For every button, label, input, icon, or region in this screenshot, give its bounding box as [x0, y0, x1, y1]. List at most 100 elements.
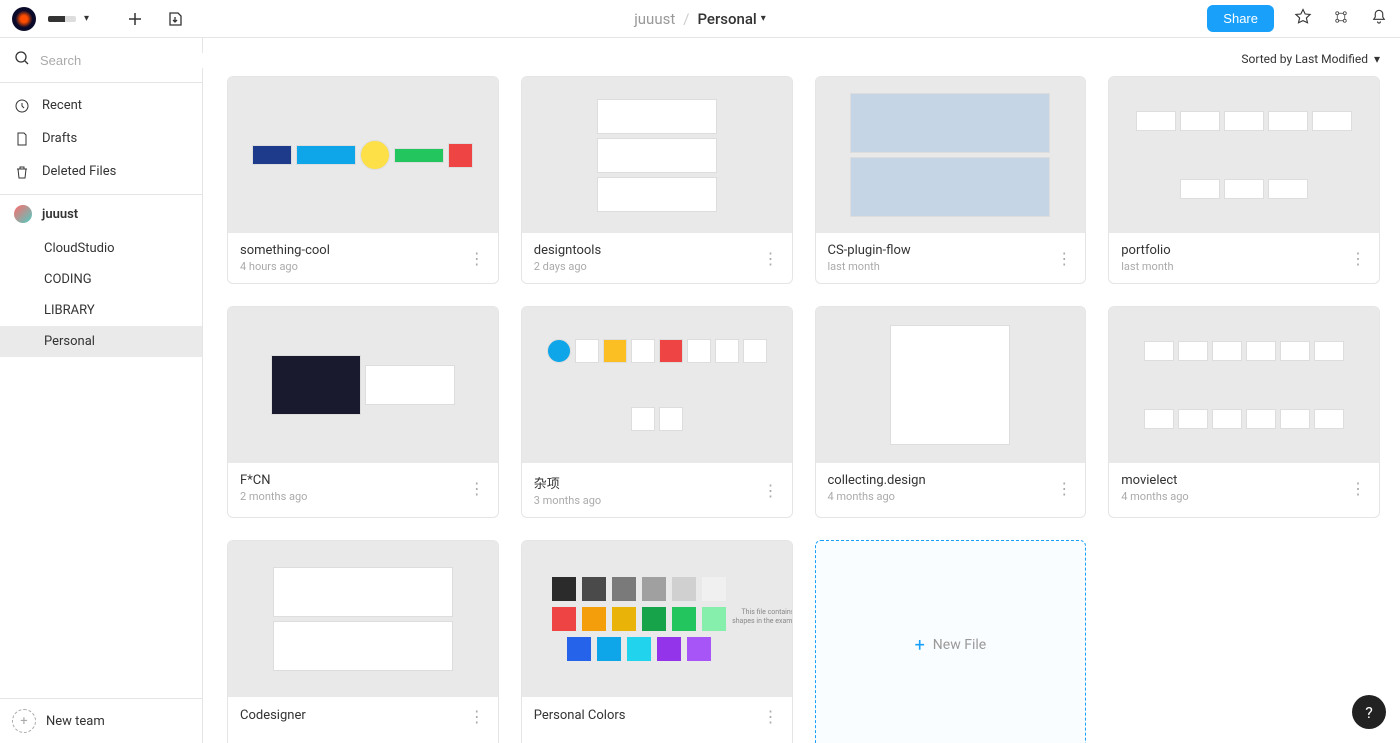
file-title: Codesigner	[240, 708, 306, 723]
sidebar: Recent Drafts Deleted Files juuust	[0, 38, 203, 743]
header-actions	[127, 11, 183, 27]
file-time: 2 days ago	[534, 260, 601, 273]
new-file-tile[interactable]: + New File	[815, 540, 1087, 743]
file-thumbnail	[1109, 307, 1379, 463]
nav-drafts-label: Drafts	[42, 131, 77, 146]
team-projects: CloudStudio CODING LIBRARY Personal	[0, 233, 202, 357]
file-title: movielect	[1121, 473, 1188, 488]
loading-indicator	[48, 16, 76, 22]
sort-label: Sorted by Last Modified	[1241, 52, 1368, 66]
file-card[interactable]: something-cool 4 hours ago ⋮	[227, 76, 499, 284]
plus-icon: +	[915, 635, 925, 656]
sort-row[interactable]: Sorted by Last Modified ▾	[227, 52, 1380, 66]
breadcrumb-user[interactable]: juuust	[634, 10, 675, 28]
file-grid: something-cool 4 hours ago ⋮ designtools…	[227, 76, 1380, 743]
search-row	[0, 38, 202, 83]
nav-deleted[interactable]: Deleted Files	[0, 155, 202, 188]
file-card[interactable]: This file contains your Color Styles. Th…	[521, 540, 793, 743]
more-options-icon[interactable]: ⋮	[763, 481, 780, 500]
share-button[interactable]: Share	[1207, 5, 1274, 32]
header-left: ▾	[12, 7, 183, 31]
file-title: something-cool	[240, 243, 330, 258]
file-card[interactable]: portfolio last month ⋮	[1108, 76, 1380, 284]
project-library[interactable]: LIBRARY	[44, 295, 202, 326]
nav-deleted-label: Deleted Files	[42, 164, 116, 179]
chevron-down-icon[interactable]: ▾	[84, 13, 89, 24]
file-time: 4 months ago	[1121, 490, 1188, 503]
file-card[interactable]: F*CN 2 months ago ⋮	[227, 306, 499, 518]
file-title: Personal Colors	[534, 708, 626, 723]
new-team-label: New team	[46, 714, 105, 729]
file-title: 杂项	[534, 473, 601, 492]
chevron-down-icon: ▾	[1374, 52, 1380, 66]
more-options-icon[interactable]: ⋮	[1056, 479, 1073, 498]
team-header[interactable]: juuust	[0, 195, 202, 233]
more-options-icon[interactable]: ⋮	[1056, 249, 1073, 268]
file-thumbnail	[522, 77, 792, 233]
file-time: 2 months ago	[240, 490, 307, 503]
file-thumbnail	[816, 307, 1086, 463]
nav-recent-label: Recent	[42, 98, 82, 113]
header-right: Share	[1207, 5, 1388, 32]
project-personal[interactable]: Personal	[0, 326, 202, 357]
file-card[interactable]: CS-plugin-flow last month ⋮	[815, 76, 1087, 284]
team-section: juuust CloudStudio CODING LIBRARY Person…	[0, 195, 202, 357]
file-title: collecting.design	[828, 473, 926, 488]
new-file-icon[interactable]	[127, 11, 143, 27]
app-logo[interactable]	[12, 7, 36, 31]
more-options-icon[interactable]: ⋮	[763, 249, 780, 268]
file-card[interactable]: designtools 2 days ago ⋮	[521, 76, 793, 284]
help-label: ?	[1365, 703, 1373, 722]
file-time: 4 hours ago	[240, 260, 330, 273]
sidebar-footer[interactable]: + New team	[0, 698, 202, 743]
nav-section: Recent Drafts Deleted Files	[0, 83, 202, 195]
file-thumbnail	[522, 307, 792, 463]
more-options-icon[interactable]: ⋮	[469, 249, 486, 268]
nav-recent[interactable]: Recent	[0, 89, 202, 122]
breadcrumb-folder[interactable]: Personal ▾	[697, 10, 765, 28]
clock-icon	[14, 99, 30, 113]
team-name-label: juuust	[42, 207, 78, 222]
project-coding[interactable]: CODING	[44, 264, 202, 295]
breadcrumb-folder-label: Personal	[697, 10, 756, 28]
file-thumbnail	[228, 307, 498, 463]
help-button[interactable]: ?	[1352, 695, 1386, 729]
more-options-icon[interactable]: ⋮	[469, 479, 486, 498]
search-input[interactable]	[40, 53, 216, 68]
import-icon[interactable]	[167, 11, 183, 27]
nav-drafts[interactable]: Drafts	[0, 122, 202, 155]
new-team-icon: +	[12, 709, 36, 733]
file-card[interactable]: movielect 4 months ago ⋮	[1108, 306, 1380, 518]
file-thumbnail	[1109, 77, 1379, 233]
file-title: CS-plugin-flow	[828, 243, 911, 258]
new-file-label: New File	[933, 637, 986, 653]
team-avatar	[14, 205, 32, 223]
chevron-down-icon: ▾	[761, 13, 766, 24]
breadcrumb: juuust / Personal ▾	[634, 10, 766, 28]
more-options-icon[interactable]: ⋮	[1350, 479, 1367, 498]
trash-icon	[14, 165, 30, 179]
file-thumbnail	[228, 77, 498, 233]
file-thumbnail	[228, 541, 498, 697]
more-options-icon[interactable]: ⋮	[763, 707, 780, 726]
search-icon	[14, 50, 30, 70]
file-title: designtools	[534, 243, 601, 258]
more-options-icon[interactable]: ⋮	[469, 707, 486, 726]
plugin-icon[interactable]	[1332, 8, 1350, 30]
color-caption: This file contains your Color Styles. Th…	[732, 608, 792, 635]
main-area: Recent Drafts Deleted Files juuust	[0, 38, 1400, 743]
file-title: portfolio	[1121, 243, 1173, 258]
file-card[interactable]: 杂项 3 months ago ⋮	[521, 306, 793, 518]
favorite-icon[interactable]	[1294, 8, 1312, 30]
project-cloudstudio[interactable]: CloudStudio	[44, 233, 202, 264]
file-card[interactable]: collecting.design 4 months ago ⋮	[815, 306, 1087, 518]
file-thumbnail	[816, 77, 1086, 233]
more-options-icon[interactable]: ⋮	[1350, 249, 1367, 268]
notifications-icon[interactable]	[1370, 8, 1388, 30]
file-title: F*CN	[240, 473, 307, 488]
file-time: last month	[1121, 260, 1173, 273]
file-time: 3 months ago	[534, 494, 601, 507]
file-time: last month	[828, 260, 911, 273]
file-card[interactable]: Codesigner ⋮	[227, 540, 499, 743]
app-header: ▾ juuust / Personal ▾ Share	[0, 0, 1400, 38]
